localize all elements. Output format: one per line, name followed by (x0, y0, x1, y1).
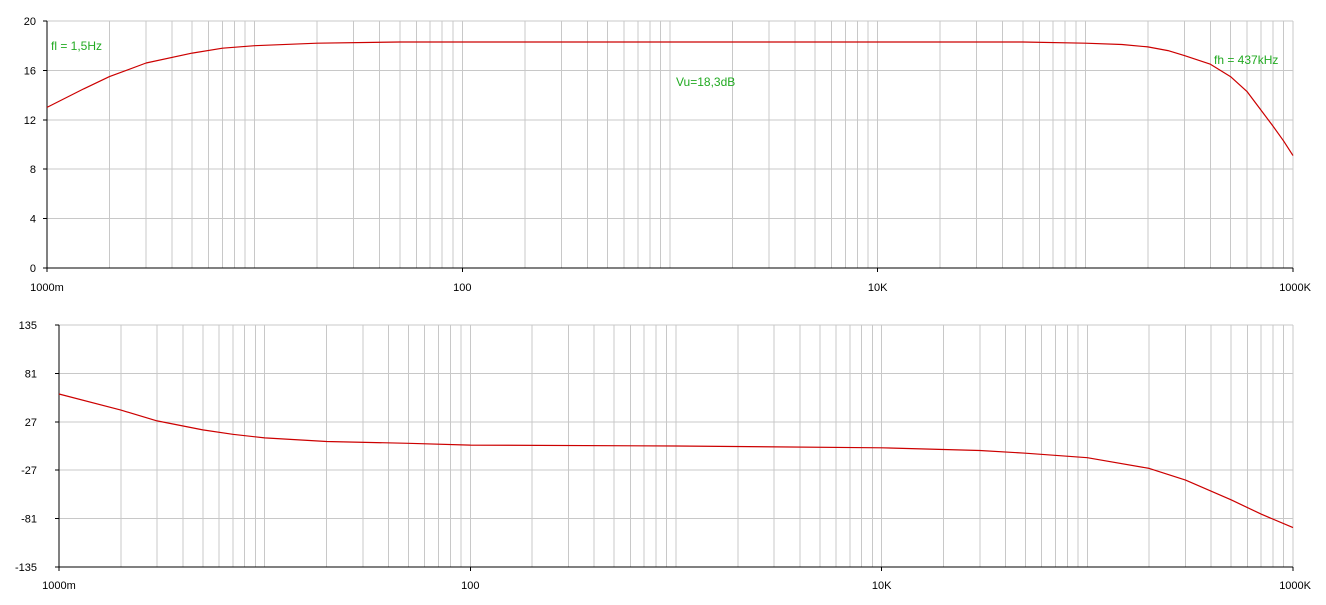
y-tick-label: 20 (24, 16, 36, 28)
y-tick-label: -81 (21, 514, 37, 526)
x-tick-label: 10K (868, 282, 888, 294)
annotation-label: fl = 1,5Hz (51, 39, 102, 53)
x-tick-label: 1000m (42, 580, 76, 592)
y-tick-label: 16 (24, 65, 36, 77)
x-tick-label: 10K (872, 580, 892, 592)
y-tick-label: 12 (24, 115, 36, 127)
y-tick-label: -27 (21, 465, 37, 477)
y-tick-label: 81 (25, 368, 37, 380)
y-tick-label: 27 (25, 417, 37, 429)
x-tick-label: 1000m (30, 282, 64, 294)
x-tick-label: 100 (461, 580, 479, 592)
y-tick-label: 135 (19, 320, 37, 332)
bode-plot: 0 4 8 12 16 20 1000m 100 10K 1000K fl = 1,5Hz Vu=18… (15, 16, 1312, 592)
annotation-label: fh = 437kHz (1214, 53, 1278, 67)
y-tick-label: 8 (30, 164, 36, 176)
y-tick-label: -135 (15, 562, 37, 574)
x-tick-label: 1000K (1279, 282, 1311, 294)
magnitude-chart: 0 4 8 12 16 20 1000m 100 10K 1000K fl = 1,5Hz Vu=18… (24, 16, 1312, 294)
y-tick-label: 4 (30, 214, 36, 226)
x-tick-label: 100 (453, 282, 471, 294)
x-tick-label: 1000K (1279, 580, 1311, 592)
y-tick-label: 0 (30, 263, 36, 275)
phase-chart: 135 81 27 -27 -81 -135 1000m 100 10K 1000K (15, 320, 1312, 592)
annotation-label: Vu=18,3dB (676, 75, 735, 89)
